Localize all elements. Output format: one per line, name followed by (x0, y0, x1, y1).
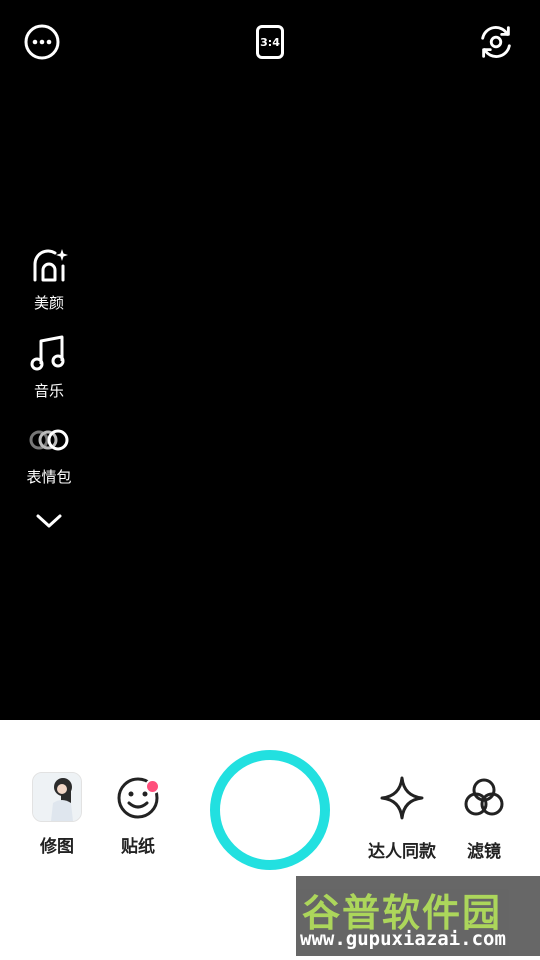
side-item-label: 表情包 (26, 468, 72, 486)
gallery-thumbnail (32, 772, 82, 822)
camera-flip-icon (481, 26, 511, 58)
filter-circles-icon (464, 778, 504, 816)
music-note-icon (30, 335, 65, 371)
aspect-ratio-icon: 3:4 (256, 25, 284, 59)
chevron-down-icon (36, 514, 62, 528)
more-horizontal-icon (24, 24, 60, 60)
sparkle-star-icon (380, 776, 424, 820)
same-style-button[interactable]: 达人同款 (362, 774, 442, 862)
side-item-label: 音乐 (33, 382, 64, 400)
watermark: 谷普软件园 www.gupuxiazai.com (296, 876, 540, 956)
photo-thumbnail-image (33, 773, 81, 821)
filter-label: 滤镜 (467, 842, 501, 862)
shutter-button[interactable] (210, 750, 330, 870)
aspect-ratio-label: 3:4 (260, 35, 280, 49)
side-item-beauty[interactable]: 美颜 (14, 246, 84, 313)
same-style-label: 达人同款 (368, 842, 436, 862)
side-item-music[interactable]: 音乐 (14, 334, 84, 401)
sticker-button[interactable]: 贴纸 (108, 774, 168, 857)
new-badge (145, 779, 160, 794)
side-menu-expand[interactable] (14, 512, 84, 534)
flip-camera-button[interactable] (476, 22, 516, 62)
edit-photo-label: 修图 (40, 837, 74, 857)
more-button[interactable] (22, 22, 62, 62)
filter-button[interactable]: 滤镜 (454, 774, 514, 862)
emoji-pack-icon (29, 429, 69, 451)
watermark-url: www.gupuxiazai.com (300, 928, 506, 950)
aspect-ratio-button[interactable]: 3:4 (250, 22, 290, 62)
edit-photo-button[interactable]: 修图 (26, 772, 88, 857)
side-item-label: 美颜 (33, 294, 64, 312)
side-item-emoji-pack[interactable]: 表情包 (14, 422, 84, 487)
beauty-face-icon (33, 249, 68, 282)
sticker-label: 贴纸 (121, 837, 155, 857)
